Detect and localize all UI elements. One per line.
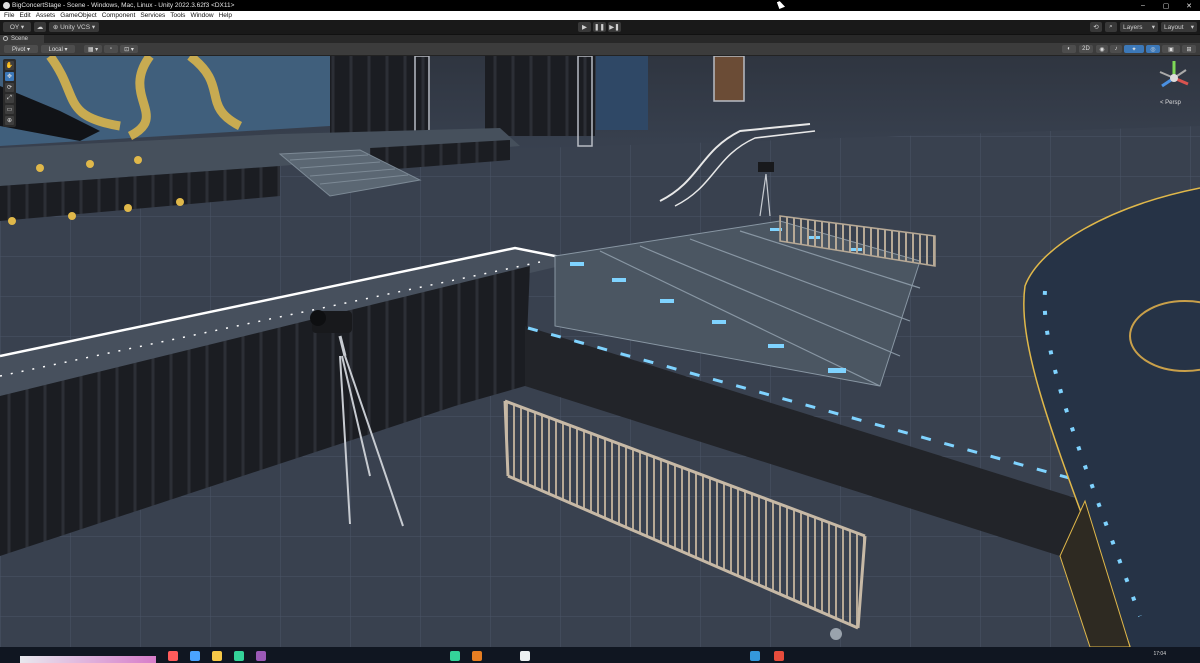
- menu-component[interactable]: Component: [102, 12, 136, 19]
- menu-file[interactable]: File: [4, 12, 14, 19]
- menu-gameobject[interactable]: GameObject: [60, 12, 97, 19]
- rect-tool-icon[interactable]: ▭: [5, 105, 14, 114]
- taskbar-app-icon[interactable]: [750, 651, 760, 661]
- pause-button[interactable]: ❚❚: [593, 22, 606, 32]
- chevron-down-icon: ▾: [1151, 24, 1155, 31]
- gizmos-icon[interactable]: ⊞: [1182, 45, 1196, 53]
- taskbar-app-icon[interactable]: [168, 651, 178, 661]
- projection-label[interactable]: < Persp: [1160, 100, 1181, 106]
- os-taskbar: 17:04: [0, 647, 1200, 663]
- taskbar-app-icon[interactable]: [472, 651, 482, 661]
- taskbar-app-icon[interactable]: [256, 651, 266, 661]
- menu-bar: File Edit Assets GameObject Component Se…: [0, 11, 1200, 20]
- local-dropdown[interactable]: Local ▾: [41, 45, 75, 53]
- window-title: BigConcertStage - Scene - Windows, Mac, …: [12, 2, 235, 9]
- editor-tab-bar: Scene: [0, 35, 1200, 43]
- taskbar-app-icon[interactable]: [520, 651, 530, 661]
- hand-tool-icon[interactable]: ✋: [5, 61, 14, 70]
- taskbar-app-icon[interactable]: [234, 651, 244, 661]
- effects-icon[interactable]: ✦: [1124, 45, 1144, 53]
- unity-logo-icon: [3, 2, 10, 9]
- maximize-button[interactable]: ▢: [1157, 0, 1175, 11]
- scene-tools-palette: ✋ ✥ ⟳ ⤢ ▭ ⊕: [3, 59, 16, 127]
- layers-label: Layers: [1123, 23, 1143, 31]
- layout-label: Layout: [1164, 23, 1184, 31]
- account-button[interactable]: OY ▾: [3, 22, 31, 32]
- scene-render: [0, 56, 1200, 647]
- rotate-tool-icon[interactable]: ⟳: [5, 83, 14, 92]
- taskbar-clock[interactable]: 17:04: [1153, 651, 1166, 657]
- draw-mode-icon[interactable]: ◐: [1062, 45, 1076, 53]
- audio-icon[interactable]: ♪: [1110, 45, 1122, 53]
- menu-edit[interactable]: Edit: [19, 12, 30, 19]
- menu-window[interactable]: Window: [190, 12, 213, 19]
- search-icon[interactable]: ⌕: [1105, 22, 1117, 32]
- layers-dropdown[interactable]: Layers ▾: [1120, 22, 1158, 32]
- scale-tool-icon[interactable]: ⤢: [5, 94, 14, 103]
- play-button[interactable]: ▶: [578, 22, 591, 32]
- snap-settings-dropdown[interactable]: ⊡ ▾: [120, 45, 138, 53]
- step-button[interactable]: ▶❚: [608, 22, 621, 32]
- tab-scene[interactable]: Scene: [0, 35, 44, 43]
- menu-assets[interactable]: Assets: [36, 12, 56, 19]
- close-button[interactable]: ✕: [1180, 0, 1198, 11]
- taskbar-app-icon[interactable]: [450, 651, 460, 661]
- truss-banner: [713, 56, 745, 102]
- taskbar-app-icon[interactable]: [212, 651, 222, 661]
- main-toolbar: OY ▾ ☁ ⊕ Unity VCS ▾ ▶ ❚❚ ▶❚ ⟲ ⌕ Layers …: [0, 20, 1200, 35]
- window-titlebar: BigConcertStage - Scene - Windows, Mac, …: [0, 0, 1200, 11]
- tab-scene-label: Scene: [11, 36, 29, 42]
- increment-snap-button[interactable]: ▫: [104, 45, 118, 53]
- lighting-icon[interactable]: ◉: [1096, 45, 1108, 53]
- scene-viewport[interactable]: ✋ ✥ ⟳ ⤢ ▭ ⊕ < Persp: [0, 56, 1200, 647]
- chevron-down-icon: ▾: [1190, 24, 1194, 31]
- layout-dropdown[interactable]: Layout ▾: [1161, 22, 1197, 32]
- unity-vcs-button[interactable]: ⊕ Unity VCS ▾: [49, 22, 99, 32]
- orientation-gizmo[interactable]: < Persp: [1150, 56, 1198, 112]
- axis-gizmo-icon: [1159, 61, 1189, 88]
- minimize-button[interactable]: –: [1134, 0, 1152, 11]
- scene-tab-icon: [3, 36, 8, 41]
- menu-help[interactable]: Help: [219, 12, 232, 19]
- taskbar-search-box[interactable]: [20, 656, 156, 663]
- pivot-dropdown[interactable]: Pivot ▾: [4, 45, 38, 53]
- transform-tool-icon[interactable]: ⊕: [5, 116, 14, 125]
- menu-services[interactable]: Services: [140, 12, 165, 19]
- camera-settings-icon[interactable]: ▣: [1162, 45, 1180, 53]
- scene-view-toolbar: Pivot ▾ Local ▾ ▦ ▾ ▫ ⊡ ▾ ◐ 2D ◉ ♪ ✦ ◎ ▣…: [0, 43, 1200, 56]
- taskbar-app-icon[interactable]: [774, 651, 784, 661]
- history-icon[interactable]: ⟲: [1090, 22, 1102, 32]
- grid-snap-dropdown[interactable]: ▦ ▾: [84, 45, 102, 53]
- visibility-icon[interactable]: ◎: [1146, 45, 1160, 53]
- menu-tools[interactable]: Tools: [170, 12, 185, 19]
- cloud-icon[interactable]: ☁: [34, 22, 46, 32]
- taskbar-app-icon[interactable]: [190, 651, 200, 661]
- view-2d-button[interactable]: 2D: [1079, 45, 1093, 53]
- side-screen: [596, 56, 648, 130]
- move-tool-icon[interactable]: ✥: [5, 72, 14, 81]
